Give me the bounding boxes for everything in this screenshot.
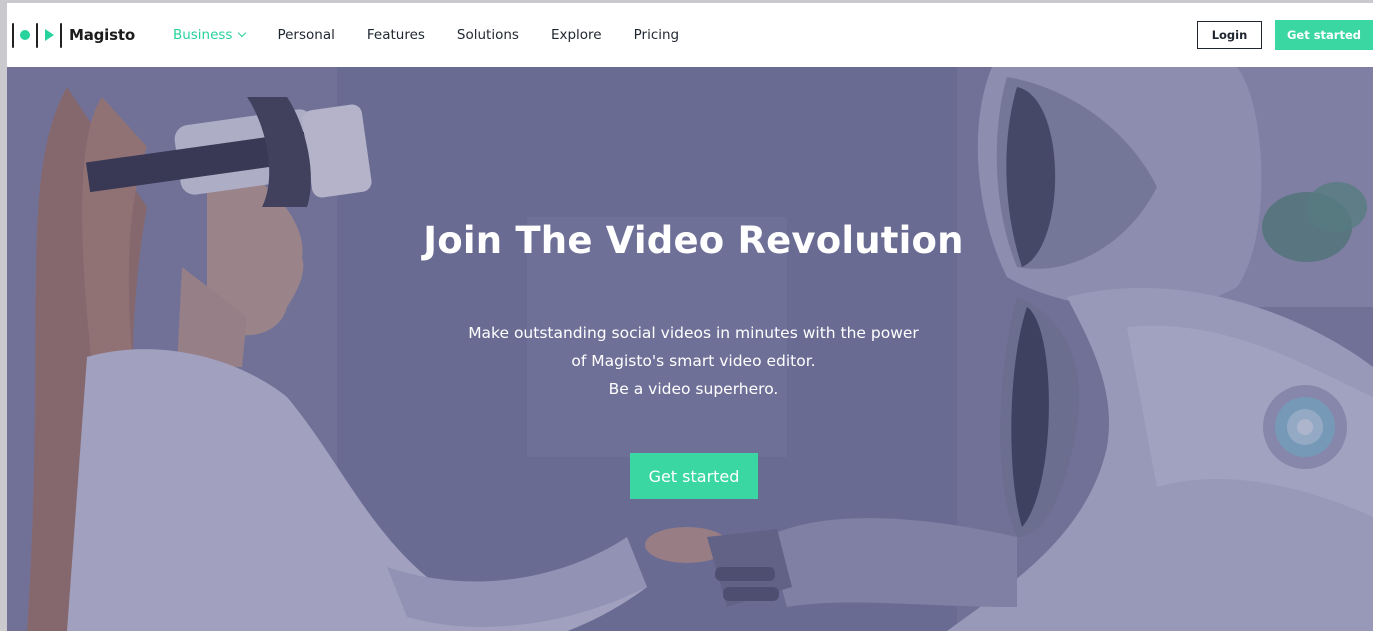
browser-viewport: Magisto Business Personal Features Solut… (7, 3, 1373, 631)
nav-item-label: Business (172, 27, 233, 43)
logo-wordmark: Magisto (69, 26, 135, 44)
login-button[interactable]: Login (1197, 21, 1262, 49)
nav-item-business[interactable]: Business (172, 27, 247, 43)
get-started-nav-button[interactable]: Get started (1275, 20, 1373, 50)
magisto-logo[interactable]: Magisto (12, 22, 135, 48)
top-navigation: Magisto Business Personal Features Solut… (7, 3, 1373, 67)
get-started-hero-button[interactable]: Get started (630, 453, 758, 499)
hero-subtitle-line: Be a video superhero. (608, 380, 779, 398)
nav-item-pricing[interactable]: Pricing (634, 27, 680, 43)
logo-dot-icon (20, 30, 30, 40)
hero-subtitle-line: of Magisto's smart video editor. (571, 352, 816, 370)
hero-section: Join The Video Revolution Make outstandi… (7, 67, 1373, 631)
nav-item-explore[interactable]: Explore (551, 27, 602, 43)
nav-item-solutions[interactable]: Solutions (457, 27, 519, 43)
logo-play-icon (45, 29, 54, 41)
nav-item-personal[interactable]: Personal (277, 27, 334, 43)
nav-item-features[interactable]: Features (367, 27, 425, 43)
logo-bar-icon (12, 22, 14, 48)
logo-bar-icon (36, 22, 38, 48)
logo-bar-icon (60, 22, 62, 48)
hero-subtitle: Make outstanding social videos in minute… (7, 319, 1373, 403)
nav-actions: Login Get started (1197, 20, 1373, 50)
hero-title: Join The Video Revolution (423, 219, 964, 262)
chevron-down-icon (238, 28, 247, 38)
nav-menu: Business Personal Features Solutions Exp… (173, 27, 711, 43)
hero-subtitle-line: Make outstanding social videos in minute… (468, 324, 919, 342)
